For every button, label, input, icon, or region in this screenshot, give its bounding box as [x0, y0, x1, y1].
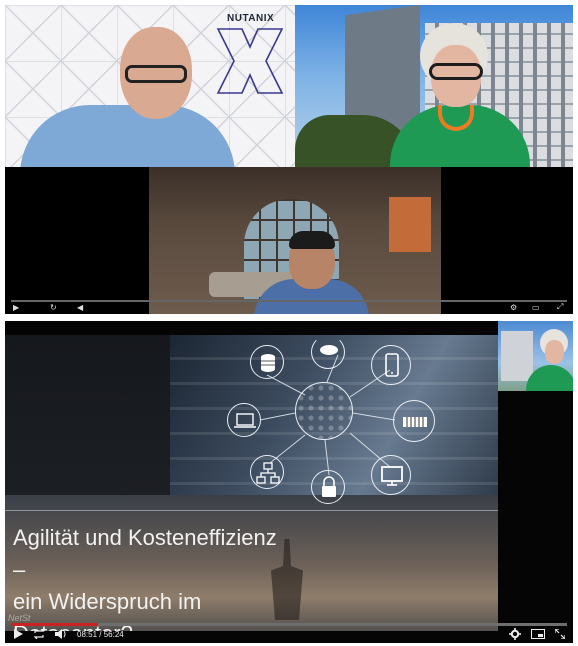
participant-tile-top-right	[295, 5, 573, 167]
miniplayer-icon[interactable]	[531, 629, 545, 639]
loop-icon[interactable]: ↻	[50, 303, 57, 312]
network-hub-icon	[295, 382, 353, 440]
call-player-controls[interactable]: ▶ ↻ ◀ ⚙ ▭ ⤢	[5, 298, 573, 314]
miniplayer-icon[interactable]: ▭	[532, 303, 540, 312]
glasses-icon	[429, 63, 483, 80]
play-icon[interactable]: ▶	[13, 303, 19, 312]
slide-title-line: ein Widerspruch im	[13, 589, 202, 614]
duration: 56:24	[103, 629, 124, 639]
settings-icon[interactable]	[509, 628, 521, 640]
glasses-icon	[125, 65, 187, 83]
lock-icon	[311, 470, 345, 504]
fullscreen-icon[interactable]: ⤢	[557, 302, 563, 312]
participant-hair	[289, 231, 335, 249]
slide-title: Agilität und Kosteneffizienz – ein Wider…	[13, 522, 277, 631]
fullscreen-icon[interactable]	[555, 629, 565, 639]
org-chart-icon	[250, 455, 284, 489]
database-icon	[250, 345, 284, 379]
x-logo-icon	[216, 28, 284, 94]
call-progress-bar[interactable]	[11, 300, 567, 302]
time-display: 08:51 / 56:24	[77, 630, 124, 639]
slide-divider	[5, 510, 498, 511]
smartphone-icon	[371, 345, 411, 385]
loop-icon[interactable]	[33, 629, 45, 639]
monitor-icon	[371, 455, 411, 495]
slide-title-line: Agilität und Kosteneffizienz	[13, 525, 277, 550]
volume-icon[interactable]: ◀	[77, 303, 83, 312]
slide-title-line: –	[13, 557, 26, 582]
participant-shirt	[526, 365, 573, 391]
volume-icon[interactable]	[55, 629, 67, 639]
participant-head	[545, 340, 564, 364]
participant-shirt	[20, 105, 235, 167]
video-player-controls[interactable]: 08:51 / 56:24	[5, 619, 573, 643]
participant-tile-top-left: NUTANIX	[5, 5, 295, 167]
presentation-slide: Agilität und Kosteneffizienz – ein Wider…	[5, 335, 498, 631]
settings-icon[interactable]: ⚙	[510, 303, 517, 312]
participant-tile-bottom	[149, 167, 441, 314]
time-separator: /	[99, 629, 102, 639]
brand-logo-text: NUTANIX	[227, 13, 275, 24]
laptop-icon	[227, 403, 261, 437]
play-icon[interactable]	[13, 629, 23, 639]
video-call-panel[interactable]: NUTANIX ▶ ↻ ◀ ⚙ ▭ ⤢	[5, 5, 573, 314]
wall-art	[389, 197, 431, 252]
presentation-video-panel[interactable]: Agilität und Kosteneffizienz – ein Wider…	[5, 321, 573, 643]
building-background	[501, 331, 533, 381]
progress-bar[interactable]	[11, 623, 567, 626]
server-icon	[393, 400, 435, 442]
speaker-thumbnail	[498, 321, 573, 391]
current-time: 08:51	[77, 629, 98, 639]
progress-played	[11, 623, 99, 626]
cloud-icon	[311, 335, 345, 369]
